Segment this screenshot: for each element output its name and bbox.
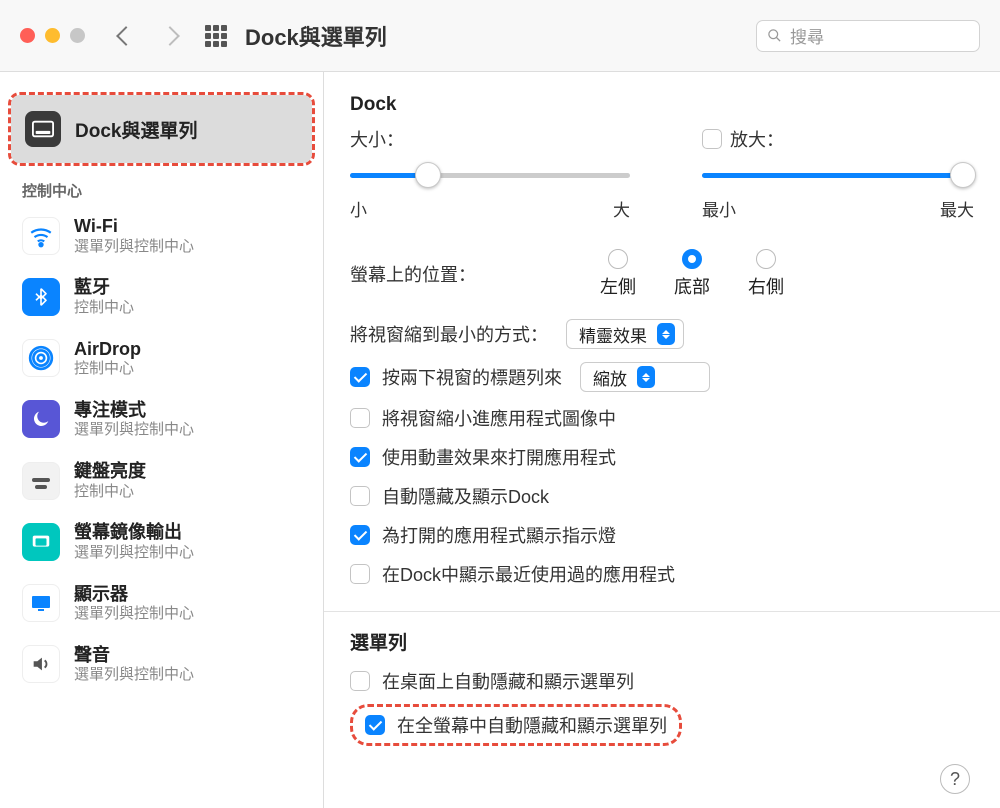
mag-min-label: 最小 — [702, 196, 736, 221]
position-left-radio[interactable] — [608, 249, 628, 269]
position-bottom-radio[interactable] — [682, 249, 702, 269]
sidebar-item-label: 鍵盤亮度 — [74, 460, 146, 483]
sidebar-item-sub: 選單列與控制中心 — [74, 666, 194, 685]
size-label: 大小： — [350, 126, 404, 152]
hide-menubar-fullscreen-label: 在全螢幕中自動隱藏和顯示選單列 — [397, 712, 667, 738]
show-indicators-label: 為打開的應用程式顯示指示燈 — [382, 522, 616, 548]
highlight-fullscreen-option: 在全螢幕中自動隱藏和顯示選單列 — [350, 704, 682, 746]
main-panel: Dock 大小： 小 大 放大： 最小 最大 螢幕上的位置： — [324, 72, 1000, 808]
sidebar-item-label: Wi-Fi — [74, 215, 194, 238]
zoom-window-button[interactable] — [70, 28, 85, 43]
sidebar-item-label: 聲音 — [74, 644, 194, 667]
position-label: 螢幕上的位置： — [350, 261, 476, 287]
position-right-label: 右側 — [748, 273, 784, 299]
back-button[interactable] — [116, 26, 136, 46]
sidebar-item-sound[interactable]: 聲音選單列與控制中心 — [0, 634, 323, 695]
sidebar-item-label: 藍牙 — [74, 276, 134, 299]
minimize-into-app-checkbox[interactable] — [350, 408, 370, 428]
sidebar-item-wifi[interactable]: Wi-Fi選單列與控制中心 — [0, 205, 323, 266]
sidebar-item-sub: 控制中心 — [74, 360, 141, 379]
minimize-into-app-label: 將視窗縮小進應用程式圖像中 — [382, 405, 616, 431]
position-left-label: 左側 — [600, 273, 636, 299]
minimize-method-value: 精靈效果 — [579, 322, 647, 347]
airdrop-icon — [22, 339, 60, 377]
wifi-icon — [22, 217, 60, 255]
show-indicators-checkbox[interactable] — [350, 525, 370, 545]
sidebar-item-screen-mirroring[interactable]: 螢幕鏡像輸出選單列與控制中心 — [0, 511, 323, 572]
sidebar-item-sub: 選單列與控制中心 — [74, 605, 194, 624]
select-stepper-icon — [637, 366, 655, 388]
size-min-label: 小 — [350, 196, 367, 221]
speaker-icon — [22, 645, 60, 683]
sidebar-section-header: 控制中心 — [0, 180, 323, 205]
double-click-checkbox[interactable] — [350, 367, 370, 387]
select-stepper-icon — [657, 323, 675, 345]
sidebar-item-label: 顯示器 — [74, 583, 194, 606]
minimize-window-button[interactable] — [45, 28, 60, 43]
display-icon — [22, 584, 60, 622]
highlight-selected-item: Dock與選單列 — [8, 92, 315, 166]
double-click-select[interactable]: 縮放 — [580, 362, 710, 392]
hide-menubar-fullscreen-checkbox[interactable] — [365, 715, 385, 735]
animate-open-label: 使用動畫效果來打開應用程式 — [382, 444, 616, 470]
section-header-menubar: 選單列 — [350, 628, 974, 655]
divider — [324, 611, 1000, 612]
window-title: Dock與選單列 — [245, 20, 387, 52]
autohide-dock-checkbox[interactable] — [350, 486, 370, 506]
animate-open-checkbox[interactable] — [350, 447, 370, 467]
sidebar-item-label: AirDrop — [74, 338, 141, 361]
sidebar-item-sub: 選單列與控制中心 — [74, 544, 194, 563]
magnification-label: 放大： — [730, 126, 784, 152]
hide-menubar-desktop-label: 在桌面上自動隱藏和顯示選單列 — [382, 668, 634, 694]
nav-arrows — [119, 29, 177, 43]
sidebar-item-label: 專注模式 — [74, 399, 194, 422]
position-right-radio[interactable] — [756, 249, 776, 269]
double-click-value: 縮放 — [593, 365, 627, 390]
autohide-dock-label: 自動隱藏及顯示Dock — [382, 483, 549, 509]
help-button[interactable]: ? — [940, 764, 970, 794]
sidebar-item-keyboard-brightness[interactable]: 鍵盤亮度控制中心 — [0, 450, 323, 511]
mag-max-label: 最大 — [940, 196, 974, 221]
show-all-icon[interactable] — [205, 25, 227, 47]
sidebar-item-label: 螢幕鏡像輸出 — [74, 521, 194, 544]
traffic-lights — [20, 28, 85, 43]
minimize-method-label: 將視窗縮到最小的方式： — [350, 321, 548, 347]
hide-menubar-desktop-checkbox[interactable] — [350, 671, 370, 691]
position-bottom-label: 底部 — [674, 273, 710, 299]
sidebar-item-dock[interactable]: Dock與選單列 — [11, 95, 312, 163]
moon-icon — [22, 400, 60, 438]
show-recents-checkbox[interactable] — [350, 564, 370, 584]
sidebar-item-label: Dock與選單列 — [75, 116, 197, 143]
toolbar: Dock與選單列 搜尋 — [0, 0, 1000, 72]
search-icon — [767, 28, 782, 43]
bluetooth-icon — [22, 278, 60, 316]
sidebar-item-sub: 選單列與控制中心 — [74, 238, 194, 257]
sidebar-item-bluetooth[interactable]: 藍牙控制中心 — [0, 266, 323, 327]
show-recents-label: 在Dock中顯示最近使用過的應用程式 — [382, 561, 675, 587]
size-max-label: 大 — [613, 196, 630, 221]
minimize-method-select[interactable]: 精靈效果 — [566, 319, 684, 349]
sidebar-item-focus[interactable]: 專注模式選單列與控制中心 — [0, 389, 323, 450]
screen-mirroring-icon — [22, 523, 60, 561]
magnification-checkbox[interactable] — [702, 129, 722, 149]
dock-size-slider[interactable] — [350, 162, 630, 188]
sidebar: Dock與選單列 控制中心 Wi-Fi選單列與控制中心 藍牙控制中心 AirDr… — [0, 72, 324, 808]
double-click-label: 按兩下視窗的標題列來 — [382, 364, 562, 390]
sidebar-item-sub: 控制中心 — [74, 299, 134, 318]
sidebar-item-display[interactable]: 顯示器選單列與控制中心 — [0, 573, 323, 634]
close-window-button[interactable] — [20, 28, 35, 43]
search-input[interactable]: 搜尋 — [756, 20, 980, 52]
section-header-dock: Dock — [350, 94, 974, 116]
dock-icon — [25, 111, 61, 147]
magnification-slider[interactable] — [702, 162, 974, 188]
sidebar-item-airdrop[interactable]: AirDrop控制中心 — [0, 328, 323, 389]
forward-button[interactable] — [160, 26, 180, 46]
sidebar-item-sub: 選單列與控制中心 — [74, 421, 194, 440]
keyboard-brightness-icon — [22, 462, 60, 500]
search-placeholder: 搜尋 — [790, 23, 824, 48]
sidebar-item-sub: 控制中心 — [74, 483, 146, 502]
